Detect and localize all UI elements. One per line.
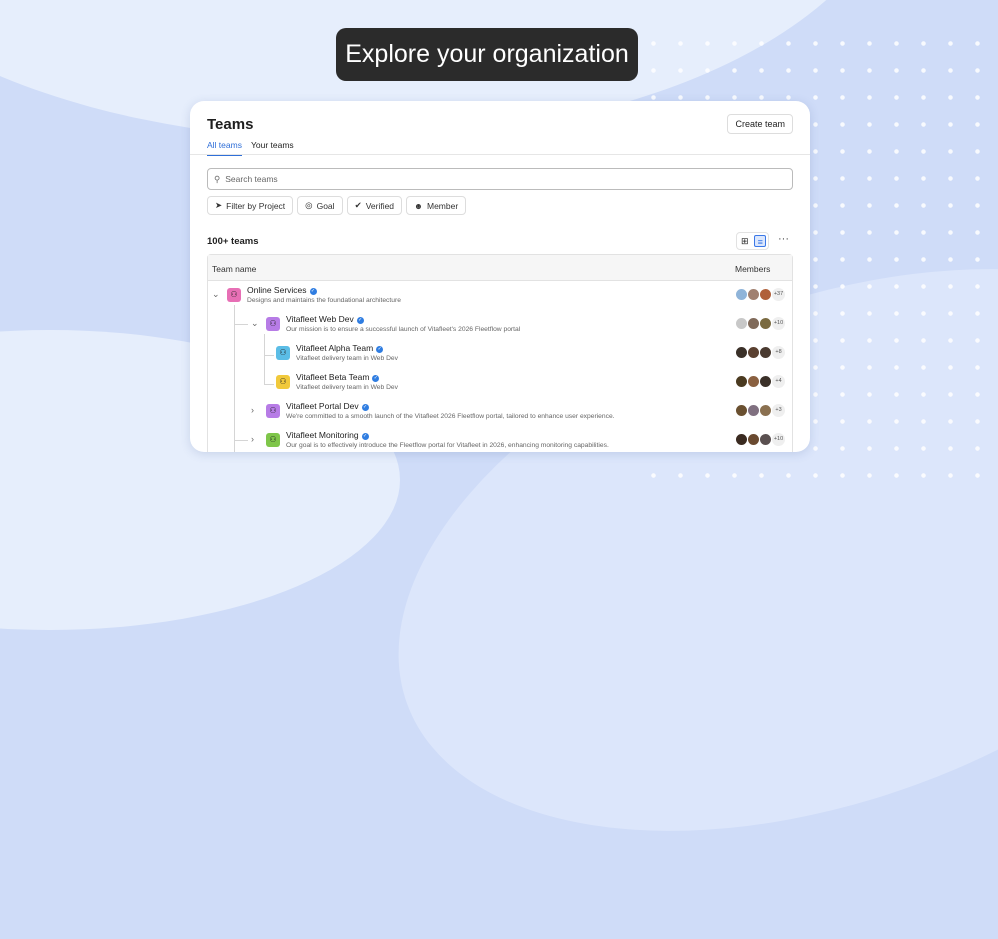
teams-table: Team name Members ⌄ ⚇ Online Services ✓ Desi…: [207, 254, 793, 452]
avatar: [759, 375, 772, 388]
chevron-down-icon[interactable]: ⌄: [251, 318, 259, 329]
team-name[interactable]: Vitafleet Portal Dev ✓: [286, 401, 369, 411]
rocket-icon: ➤: [215, 200, 223, 210]
team-description: Vitafleet delivery team in Web Dev: [296, 355, 398, 362]
tree-connector: [234, 305, 248, 452]
team-description: We're committed to a smooth launch of th…: [286, 413, 615, 420]
list-view-icon[interactable]: ≡: [754, 235, 767, 247]
member-avatars[interactable]: +10: [735, 317, 785, 330]
team-name[interactable]: Vitafleet Web Dev ✓: [286, 314, 364, 324]
table-row[interactable]: ⚇ Vitafleet Beta Team ✓ Vitafleet delivery …: [208, 369, 792, 398]
chevron-right-icon[interactable]: ›: [251, 434, 254, 444]
banner-title: Explore your organization: [336, 28, 638, 81]
team-description: Designs and maintains the foundational a…: [247, 297, 401, 304]
view-switcher: ⊞ ≡: [736, 232, 769, 250]
person-icon: ☻: [414, 200, 423, 211]
filter-goal-button[interactable]: ◎ Goal: [297, 196, 343, 215]
create-team-button[interactable]: Create team: [727, 114, 793, 134]
team-icon: ⚇: [266, 404, 280, 418]
team-icon: ⚇: [266, 317, 280, 331]
team-icon: ⚇: [227, 288, 241, 302]
filter-member-button[interactable]: ☻ Member: [406, 196, 467, 215]
team-icon: ⚇: [266, 433, 280, 447]
more-options-icon[interactable]: ···: [778, 233, 789, 245]
member-count: +37: [772, 288, 785, 301]
filter-verified-button[interactable]: ✔ Verified: [346, 196, 403, 215]
column-members: Members: [735, 264, 771, 274]
table-row[interactable]: ⌄ ⚇ Online Services ✓ Designs and maintains …: [208, 282, 792, 311]
avatar: [759, 346, 772, 359]
verified-icon: ✓: [361, 404, 369, 411]
team-name[interactable]: Vitafleet Monitoring ✓: [286, 430, 369, 440]
page-title: Teams: [207, 116, 254, 133]
member-count: +8: [772, 346, 785, 359]
filter-label: Verified: [365, 200, 395, 211]
chevron-right-icon[interactable]: ›: [251, 405, 254, 415]
member-avatars[interactable]: +8: [735, 346, 785, 359]
avatar: [759, 404, 772, 417]
teams-panel: Teams Create team All teams Your teams ⚲…: [190, 101, 810, 452]
table-row[interactable]: › ⚇ Vitafleet Monitoring ✓ Our goal is to ef…: [208, 427, 792, 452]
avatar: [759, 433, 772, 446]
search-icon: ⚲: [214, 173, 221, 184]
team-name[interactable]: Online Services ✓: [247, 285, 317, 295]
verified-icon: ✓: [376, 346, 384, 353]
verified-icon: ✓: [361, 433, 369, 440]
verified-icon: ✓: [356, 317, 364, 324]
verified-icon: ✓: [372, 375, 380, 382]
filter-project-button[interactable]: ➤ Filter by Project: [207, 196, 294, 215]
member-avatars[interactable]: +10: [735, 433, 785, 446]
member-count: +10: [772, 433, 785, 446]
member-count: +10: [772, 317, 785, 330]
team-description: Our mission is to ensure a successful la…: [286, 326, 521, 333]
avatar: [759, 288, 772, 301]
team-count: 100+ teams: [207, 236, 259, 247]
team-name[interactable]: Vitafleet Beta Team ✓: [296, 372, 380, 382]
team-icon: ⚇: [276, 346, 290, 360]
team-name[interactable]: Vitafleet Alpha Team ✓: [296, 343, 384, 353]
verified-icon: ✓: [309, 288, 317, 295]
filter-label: Member: [427, 200, 459, 211]
tree-connector: [264, 334, 274, 385]
table-header: Team name Members: [208, 255, 792, 281]
filter-label: Filter by Project: [226, 200, 286, 211]
search-input[interactable]: ⚲ Search teams: [207, 168, 793, 190]
member-avatars[interactable]: +3: [735, 404, 785, 417]
member-count: +4: [772, 375, 785, 388]
team-icon: ⚇: [276, 375, 290, 389]
table-row[interactable]: ⚇ Vitafleet Alpha Team ✓ Vitafleet delivery…: [208, 340, 792, 369]
grid-view-icon[interactable]: ⊞: [739, 235, 751, 247]
column-team-name: Team name: [212, 264, 257, 274]
chevron-down-icon[interactable]: ⌄: [212, 289, 220, 300]
team-description: Vitafleet delivery team in Web Dev: [296, 384, 398, 391]
filter-label: Goal: [316, 200, 335, 211]
team-description: Our goal is to effectively introduce the…: [286, 442, 609, 449]
member-avatars[interactable]: +4: [735, 375, 785, 388]
search-placeholder: Search teams: [225, 174, 278, 184]
avatar: [759, 317, 772, 330]
table-row[interactable]: › ⚇ Vitafleet Portal Dev ✓ We're committed t…: [208, 398, 792, 427]
divider: [190, 154, 810, 155]
verified-icon: ✔: [354, 200, 362, 210]
member-count: +3: [772, 404, 785, 417]
member-avatars[interactable]: +37: [735, 288, 785, 301]
target-icon: ◎: [305, 200, 313, 210]
table-row[interactable]: ⌄ ⚇ Vitafleet Web Dev ✓ Our mission is to en…: [208, 311, 792, 340]
